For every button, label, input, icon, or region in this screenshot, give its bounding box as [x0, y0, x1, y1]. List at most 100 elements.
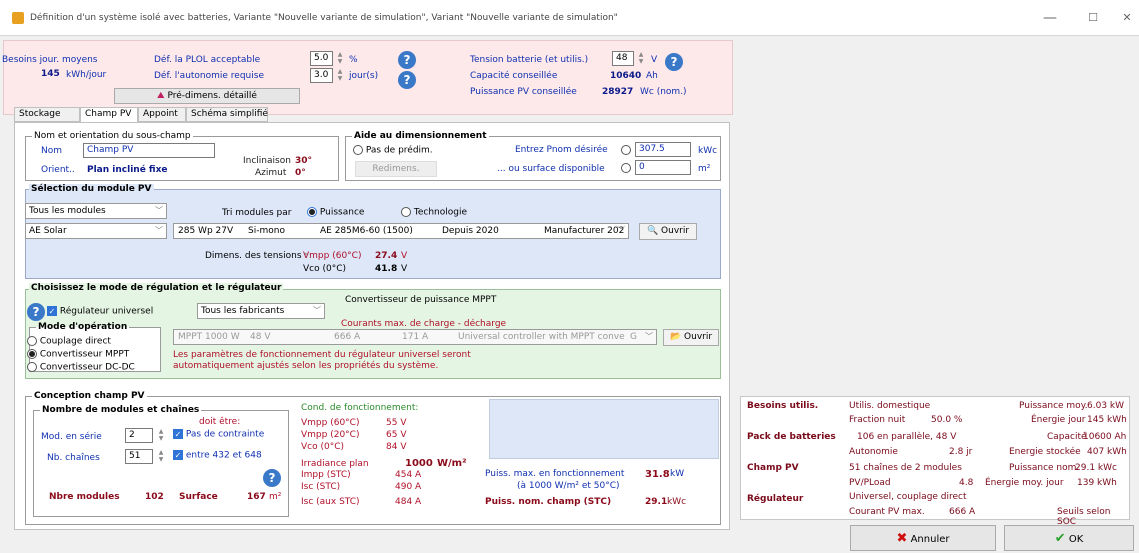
orient-value: Plan incliné fixe	[87, 165, 168, 175]
manufacturer-value: AE Solar	[29, 226, 67, 236]
courants-title: Courants max. de charge - décharge	[341, 319, 507, 329]
results-autonomie-value: 2.8 jr	[949, 447, 973, 457]
tension-input[interactable]: 48	[612, 51, 634, 66]
pnom-champ-unit: kWc	[667, 497, 687, 507]
folder-icon: 📂	[669, 332, 682, 342]
fabricants-select[interactable]: Tous les fabricants ﹀	[197, 303, 325, 319]
nbre-value: 102	[145, 492, 164, 502]
help-icon[interactable]: ?	[398, 51, 416, 69]
predim-button[interactable]: ⛰ Pré-dimens. détaillé	[114, 88, 300, 104]
tab-schema[interactable]: Schéma simplifié	[186, 107, 268, 122]
universel-option[interactable]: ✓ Régulateur universel	[47, 306, 153, 317]
mode-mppt-option[interactable]: Convertisseur MPPT	[27, 349, 129, 360]
inclinaison-value: 30°	[295, 156, 313, 166]
module-ouvrir-button[interactable]: 🔍 Ouvrir	[639, 223, 697, 240]
results-pnom-value: 29.1 kWc	[1075, 463, 1117, 473]
results-pmoy-label: Puissance moy.	[1019, 401, 1088, 411]
tri-technologie-option[interactable]: Technologie	[401, 207, 467, 218]
vmpp20-label: Vmpp (20°C)	[301, 430, 360, 440]
tri-puissance-radio[interactable]	[307, 207, 317, 217]
annuler-label: Annuler	[910, 534, 950, 545]
redimens-button[interactable]: Redimens.	[355, 161, 437, 177]
results-pnom-label: Puissance nom.	[1009, 463, 1080, 473]
tri-puissance-option[interactable]: Puissance	[307, 207, 364, 218]
chevron-down-icon: ﹀	[313, 306, 321, 315]
nom-input[interactable]: Champ PV	[83, 143, 215, 158]
chaines-stepper[interactable]: ▲ ▼	[156, 449, 166, 464]
pas-predim-option[interactable]: Pas de prédim.	[353, 145, 433, 156]
mode-direct-option[interactable]: Couplage direct	[27, 336, 111, 347]
pas-contrainte-checkbox[interactable]: ✓	[173, 429, 183, 439]
summary-panel: Besoins jour. moyens 145 kWh/jour Déf. l…	[2, 40, 733, 115]
maximize-button[interactable]: ☐	[1078, 8, 1108, 28]
pas-predim-radio[interactable]	[353, 145, 363, 155]
autonomie-input[interactable]: 3.0	[310, 68, 333, 83]
tab-champ-pv[interactable]: Champ PV	[80, 107, 138, 123]
results-reg-heading: Régulateur	[747, 494, 804, 504]
pnom-radio[interactable]	[621, 145, 631, 155]
besoins-value: 145	[41, 69, 60, 79]
impp-value: 454 A	[395, 470, 422, 480]
tab-stockage[interactable]: Stockage	[14, 107, 80, 122]
surface-radio[interactable]	[621, 163, 631, 173]
autonomie-stepper[interactable]: ▲ ▼	[335, 68, 345, 83]
module-power: 285 Wp 27V	[178, 226, 234, 236]
plol-input[interactable]: 5.0	[310, 51, 333, 66]
module-filter-select[interactable]: Tous les modules ﹀	[25, 203, 167, 219]
chevron-down-icon: ﹀	[645, 332, 653, 341]
universel-checkbox[interactable]: ✓	[47, 306, 57, 316]
chevron-down-icon: ﹀	[155, 226, 163, 235]
help-icon[interactable]: ?	[27, 303, 45, 321]
nom-label: Nom	[41, 146, 63, 156]
plol-label: Déf. la PLOL acceptable	[154, 55, 261, 65]
pnom-input[interactable]: 307.5	[635, 142, 691, 157]
tri-technologie-radio[interactable]	[401, 207, 411, 217]
nb-modules-legend: Nombre de modules et chaînes	[42, 405, 200, 415]
minimize-button[interactable]: —	[1035, 8, 1065, 28]
orient-label: Orient..	[41, 165, 75, 175]
serie-input[interactable]: 2	[125, 428, 153, 443]
pas-predim-label: Pas de prédim.	[365, 145, 433, 156]
serie-stepper[interactable]: ▲ ▼	[156, 428, 166, 443]
fabricants-value: Tous les fabricants	[201, 306, 285, 316]
mode-dcdc-label: Convertisseur DC-DC	[39, 362, 135, 373]
close-button[interactable]: ✕	[1112, 8, 1139, 28]
tension-stepper[interactable]: ▲ ▼	[636, 51, 646, 66]
help-icon[interactable]: ?	[665, 53, 683, 71]
pas-contrainte-option[interactable]: ✓ Pas de contrainte	[173, 429, 264, 440]
tri-technologie-label: Technologie	[413, 207, 468, 218]
plol-stepper[interactable]: ▲ ▼	[335, 51, 345, 66]
tab-appoint[interactable]: Appoint	[138, 107, 186, 122]
results-estockee-value: 407 kWh	[1087, 447, 1127, 457]
mode-dcdc-radio[interactable]	[27, 362, 37, 372]
entre-option[interactable]: ✓ entre 432 et 648	[173, 450, 262, 461]
conception-legend: Conception champ PV	[34, 391, 145, 401]
module-legend: Sélection du module PV	[29, 184, 154, 194]
reg-desc: Universal controller with MPPT conve	[458, 332, 625, 342]
mode-dcdc-option[interactable]: Convertisseur DC-DC	[27, 362, 135, 373]
irr-label: Irradiance plan	[301, 459, 369, 469]
subfield-legend: Nom et orientation du sous-champ	[34, 131, 191, 141]
surface-label: Surface	[179, 492, 218, 502]
regulator-ouvrir-button[interactable]: 📂 Ouvrir	[663, 329, 719, 346]
surface-unit: m²	[698, 164, 711, 174]
impp-label: Impp (STC)	[301, 470, 351, 480]
surface-label: ... ou surface disponible	[497, 164, 605, 174]
module-select[interactable]: 285 Wp 27V Si-mono AE 285M6-60 (1500) De…	[173, 223, 629, 239]
ok-button[interactable]: ✔ OK	[1004, 525, 1134, 551]
help-icon[interactable]: ?	[398, 71, 416, 89]
mode-legend: Mode d'opération	[38, 322, 128, 332]
annuler-button[interactable]: ✖ Annuler	[850, 525, 996, 551]
mode-direct-radio[interactable]	[27, 336, 37, 346]
regulator-select[interactable]: MPPT 1000 W 48 V 666 A 171 A Universal c…	[173, 329, 657, 345]
chaines-input[interactable]: 51	[125, 449, 153, 464]
mode-mppt-radio[interactable]	[27, 349, 37, 359]
results-fraction-label: Fraction nuit	[849, 415, 906, 425]
results-besoins-heading: Besoins utilis.	[747, 401, 819, 411]
help-icon[interactable]: ?	[263, 469, 281, 487]
entre-checkbox[interactable]: ✓	[173, 450, 183, 460]
manufacturer-select[interactable]: AE Solar ﹀	[25, 223, 167, 239]
mode-mppt-label: Convertisseur MPPT	[39, 349, 130, 360]
reg-g: G	[630, 332, 637, 342]
surface-input[interactable]: 0	[635, 160, 691, 175]
